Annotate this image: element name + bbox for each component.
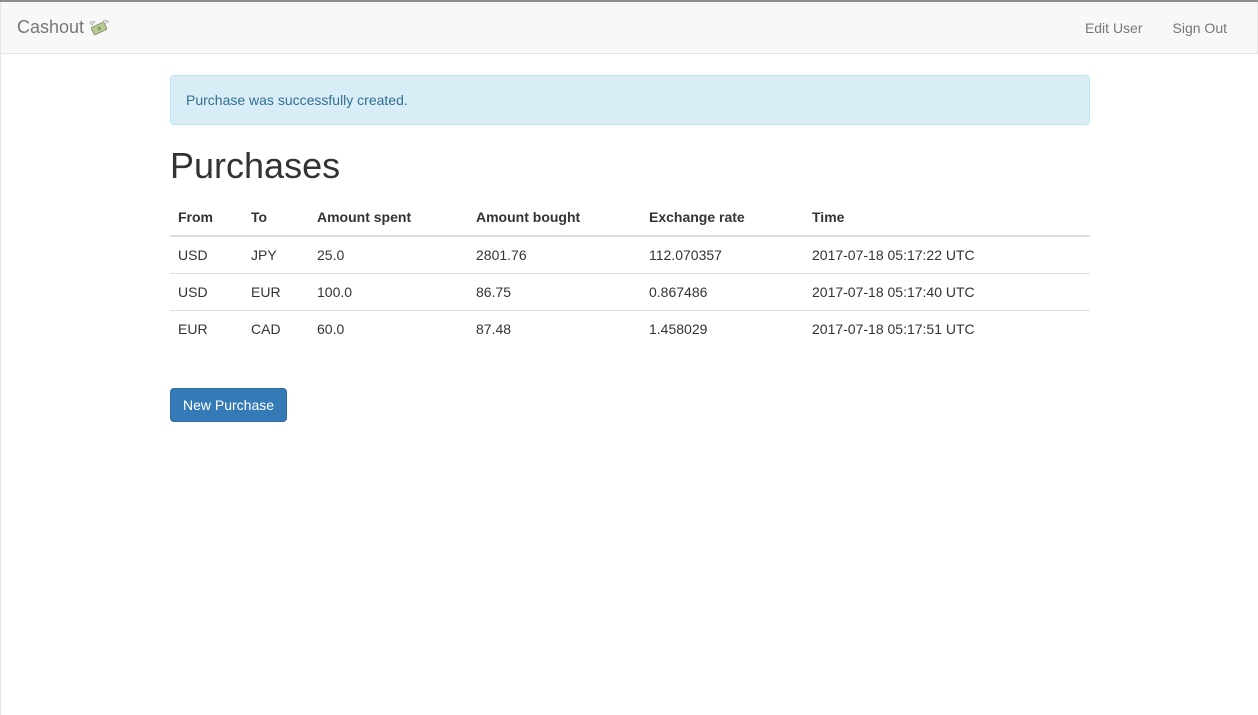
cell-amount-bought: 2801.76 xyxy=(476,247,527,263)
edit-user-link[interactable]: Edit User xyxy=(1070,20,1158,36)
table-row: USD EUR 100.0 86.75 0.867486 2017-07-18 … xyxy=(170,273,1090,311)
brand-name: Cashout xyxy=(17,17,85,37)
cell-to: CAD xyxy=(243,310,309,347)
cell-to: EUR xyxy=(243,273,309,311)
cell-time: 2017-07-18 05:17:51 UTC xyxy=(804,310,1090,347)
page-title: Purchases xyxy=(170,145,341,186)
table-row: USD JPY 25.0 2801.76 112.070357 2017-07-… xyxy=(170,236,1090,274)
navbar: Cashout Edit User Sign Out xyxy=(0,2,1258,54)
cell-from: USD xyxy=(170,273,243,311)
cell-to: JPY xyxy=(251,247,277,263)
cell-time: 2017-07-18 05:17:22 UTC xyxy=(812,247,975,263)
cell-exchange-rate: 1.458029 xyxy=(641,310,804,347)
cell-amount-spent: 25.0 xyxy=(317,247,345,263)
column-header-amount-bought: Amount bought xyxy=(468,198,641,237)
sign-out-link[interactable]: Sign Out xyxy=(1158,20,1257,36)
table-row: EUR CAD 60.0 87.48 1.458029 2017-07-18 0… xyxy=(170,310,1090,347)
column-header-exchange-rate: Exchange rate xyxy=(641,198,804,237)
cell-amount-bought: 87.48 xyxy=(468,310,641,347)
nav-links: Edit User Sign Out xyxy=(1070,2,1257,53)
cell-amount-bought: 86.75 xyxy=(468,273,641,311)
purchases-table: From To Amount spent Amount bought Excha… xyxy=(170,198,1090,347)
alert-message: Purchase was successfully created. xyxy=(186,92,408,108)
window-left-border xyxy=(0,2,1,715)
money-with-wings-icon xyxy=(89,19,111,37)
column-header-to: To xyxy=(243,198,309,237)
cell-from: EUR xyxy=(170,310,243,347)
cell-exchange-rate: 112.070357 xyxy=(649,247,722,263)
new-purchase-button[interactable]: New Purchase xyxy=(170,388,288,422)
success-alert: Purchase was successfully created. xyxy=(170,75,1090,125)
table-header-row: From To Amount spent Amount bought Excha… xyxy=(170,198,1090,237)
column-header-amount-spent: Amount spent xyxy=(309,198,468,237)
brand-link[interactable]: Cashout xyxy=(17,17,111,38)
cell-from: USD xyxy=(178,247,208,263)
main-container: Purchase was successfully created. Purch… xyxy=(170,75,1090,422)
cell-time: 2017-07-18 05:17:40 UTC xyxy=(804,273,1090,311)
cell-amount-spent: 100.0 xyxy=(309,273,468,311)
column-header-from: From xyxy=(170,198,243,237)
cell-amount-spent: 60.0 xyxy=(309,310,468,347)
cell-exchange-rate: 0.867486 xyxy=(641,273,804,311)
column-header-time: Time xyxy=(804,198,1090,237)
